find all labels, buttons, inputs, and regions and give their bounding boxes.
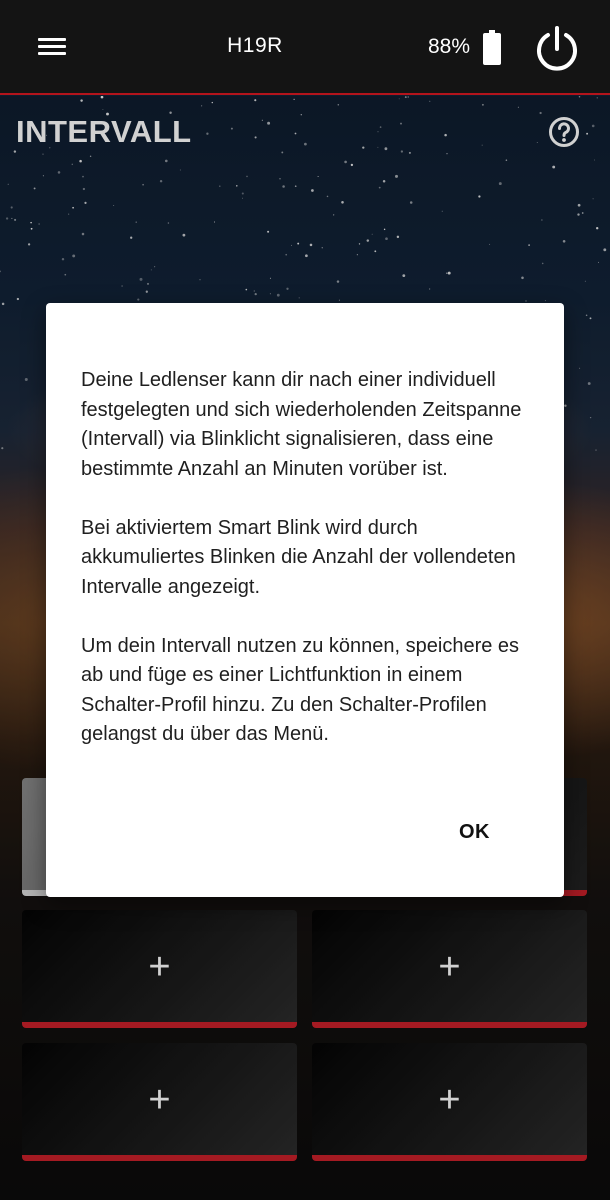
info-dialog: Deine Ledlenser kann dir nach einer indi… (46, 303, 564, 897)
dialog-paragraph: Deine Ledlenser kann dir nach einer indi… (81, 369, 522, 480)
dialog-message: Deine Ledlenser kann dir nach einer indi… (81, 366, 531, 779)
battery-icon (483, 30, 501, 65)
top-bar: H19R 88% (0, 0, 610, 95)
ok-button[interactable]: OK (453, 817, 496, 848)
battery-percentage: 88% (428, 35, 471, 58)
dialog-paragraph: Um dein Intervall nutzen zu können, spei… (81, 634, 520, 746)
dialog-paragraph: Bei aktiviertem Smart Blink wird durch a… (81, 516, 516, 598)
power-icon[interactable] (533, 25, 581, 73)
